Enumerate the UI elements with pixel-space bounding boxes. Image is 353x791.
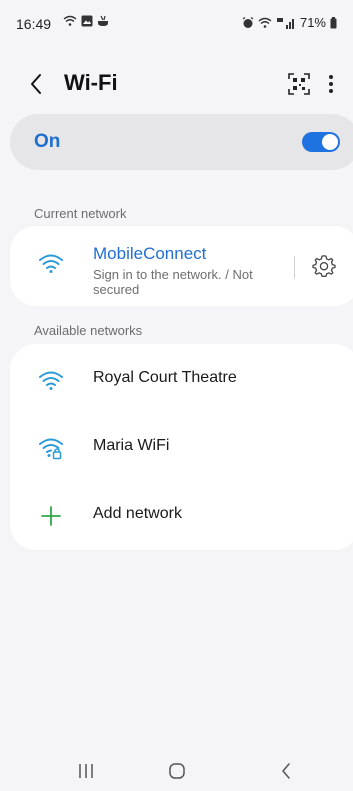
back-button[interactable] (24, 72, 48, 96)
status-right: 71% (242, 15, 337, 30)
current-network-status: Sign in to the network. / Not secured (93, 267, 253, 297)
wifi-toggle-bar[interactable]: On (10, 114, 353, 170)
home-button[interactable] (162, 758, 192, 784)
battery-icon (330, 16, 337, 28)
signal-icon (276, 17, 294, 29)
wifi-toggle-switch[interactable] (302, 132, 340, 152)
wifi-toggle-label: On (34, 131, 61, 152)
back-icon (282, 763, 290, 779)
wifi-icon (39, 254, 63, 273)
network-settings-button[interactable] (311, 253, 337, 279)
plus-icon (41, 506, 61, 526)
current-network-name: MobileConnect (93, 244, 207, 263)
network-name: Maria WiFi (93, 437, 170, 454)
wifi-icon (39, 371, 63, 390)
recent-apps-icon (79, 764, 93, 778)
available-networks-card: Royal Court Theatre Maria WiFi Add netwo… (10, 344, 353, 550)
add-network-label: Add network (93, 505, 182, 522)
wifi-icon (258, 17, 272, 28)
qr-scan-icon (288, 73, 310, 95)
recent-apps-button[interactable] (71, 758, 101, 784)
qr-scan-button[interactable] (287, 72, 311, 96)
status-left-icons (63, 15, 109, 27)
more-options-button[interactable] (323, 72, 339, 96)
network-item[interactable]: Royal Court Theatre (10, 348, 353, 408)
navigation-bar (0, 752, 353, 791)
current-network-label: Current network (34, 206, 127, 221)
status-bar: 16:49 71% (0, 0, 353, 40)
notification-icon (98, 15, 108, 26)
back-nav-button[interactable] (271, 758, 301, 784)
alarm-icon (242, 16, 254, 28)
wifi-calling-icon (63, 15, 77, 26)
divider (294, 256, 295, 278)
wifi-lock-icon (39, 438, 63, 460)
current-network-card[interactable]: MobileConnect Sign in to the network. / … (10, 226, 353, 306)
add-network-item[interactable]: Add network (10, 484, 353, 544)
battery-percent: 71% (299, 15, 326, 30)
chevron-left-icon (31, 74, 41, 94)
gallery-icon (81, 15, 93, 27)
home-icon (169, 763, 185, 779)
header: Wi-Fi (0, 60, 353, 108)
more-vertical-icon (329, 75, 333, 93)
page-title: Wi-Fi (64, 70, 118, 95)
network-item[interactable]: Maria WiFi (10, 416, 353, 476)
status-time: 16:49 (16, 16, 52, 32)
available-networks-label: Available networks (34, 323, 143, 338)
wifi-toggle-knob (322, 134, 338, 150)
gear-icon (312, 255, 336, 278)
network-name: Royal Court Theatre (93, 369, 237, 386)
